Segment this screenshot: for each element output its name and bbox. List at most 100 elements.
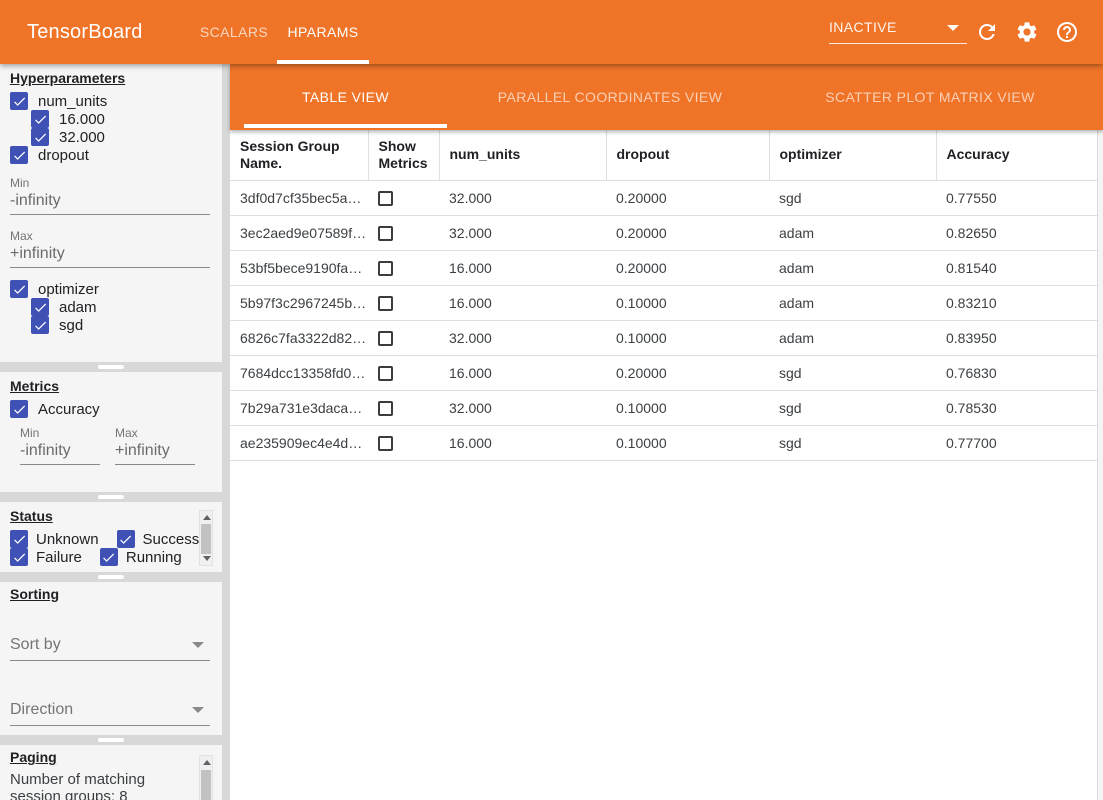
hparam-dropout: dropout [10,146,212,164]
show-metrics-checkbox[interactable] [378,401,393,416]
unknown-checkbox[interactable] [10,530,28,548]
show-metrics-checkbox[interactable] [378,366,393,381]
failure-checkbox[interactable] [10,548,28,566]
adam-checkbox[interactable] [31,298,49,316]
refresh-button[interactable] [975,20,999,44]
tab-table-view[interactable]: TABLE VIEW [244,64,447,130]
num-units-cell: 16.000 [439,285,606,320]
pane-resize-handle[interactable] [0,735,222,745]
value-16-label: 16.000 [59,111,105,128]
table-scrollbar-track[interactable] [1097,130,1103,800]
table-row[interactable]: ae235909ec4e4d… 16.000 0.10000 sgd 0.777… [230,425,1097,460]
tab-parallel-coordinates-view[interactable]: PARALLEL COORDINATES VIEW [480,64,740,130]
accuracy-checkbox[interactable] [10,400,28,418]
metrics-heading: Metrics [10,378,212,394]
dropout-cell: 0.10000 [606,320,769,355]
hparam-optimizer: optimizer [10,280,212,298]
show-metrics-checkbox[interactable] [378,296,393,311]
pane-resize-handle[interactable] [0,492,222,502]
sort-by-value: Sort by [10,636,61,653]
matching-groups-summary: Number of matching session groups: 8 [10,771,195,800]
col-show-metrics[interactable]: Show Metrics [368,130,439,180]
drag-handle-icon [98,365,124,369]
value-16-checkbox[interactable] [31,110,49,128]
show-metrics-checkbox[interactable] [378,331,393,346]
table-row[interactable]: 53bf5bece9190fa… 16.000 0.20000 adam 0.8… [230,250,1097,285]
show-metrics-cell [368,250,439,285]
tab-scalars[interactable]: SCALARS [195,0,273,64]
col-dropout[interactable]: dropout [606,130,769,180]
status-scrollbar[interactable] [199,510,213,566]
dropout-cell: 0.20000 [606,355,769,390]
optimizer-cell: adam [769,215,936,250]
drag-handle-icon [98,575,124,579]
status-section: Status Unknown Success Failure [0,502,222,572]
accuracy-min-field: Min [20,426,100,465]
success-checkbox[interactable] [117,530,135,548]
accuracy-min-input[interactable] [20,440,100,465]
session-group-name-cell: 3ec2aed9e07589f… [230,215,368,250]
show-metrics-cell [368,215,439,250]
dropout-max-input[interactable] [10,243,210,268]
session-group-name-cell: 7b29a731e3daca… [230,390,368,425]
pane-resize-handle[interactable] [0,572,222,582]
show-metrics-checkbox[interactable] [378,261,393,276]
col-session-group-name[interactable]: Session Group Name. [230,130,368,180]
table-body: 3df0d7cf35bec5a… 32.000 0.20000 sgd 0.77… [230,180,1097,460]
col-num-units[interactable]: num_units [439,130,606,180]
show-metrics-checkbox[interactable] [378,436,393,451]
show-metrics-checkbox[interactable] [378,191,393,206]
col-optimizer[interactable]: optimizer [769,130,936,180]
accuracy-max-input[interactable] [115,440,195,465]
optimizer-cell: sgd [769,355,936,390]
run-status-dropdown[interactable]: INACTIVE [829,14,967,44]
dropout-cell: 0.10000 [606,285,769,320]
failure-label: Failure [36,549,82,566]
table-row[interactable]: 5b97f3c2967245b… 16.000 0.10000 adam 0.8… [230,285,1097,320]
scrollbar-thumb[interactable] [201,770,211,800]
metrics-section: Metrics Accuracy Min Max [0,372,222,492]
sgd-checkbox[interactable] [31,316,49,334]
col-accuracy[interactable]: Accuracy [936,130,1097,180]
show-metrics-cell [368,425,439,460]
num-units-cell: 32.000 [439,320,606,355]
paging-scrollbar[interactable] [199,755,213,800]
settings-button[interactable] [1015,20,1039,44]
dropout-checkbox[interactable] [10,146,28,164]
session-group-table-area: Session Group Name. Show Metrics num_uni… [230,130,1103,800]
table-header-row: Session Group Name. Show Metrics num_uni… [230,130,1097,180]
sort-by-dropdown[interactable]: Sort by [10,634,210,661]
optimizer-cell: sgd [769,425,936,460]
direction-dropdown[interactable]: Direction [10,699,210,726]
accuracy-cell: 0.76830 [936,355,1097,390]
tab-hparams[interactable]: HPARAMS [277,0,369,64]
status-failure: Failure [10,548,90,566]
drag-handle-icon [98,738,124,742]
optimizer-checkbox[interactable] [10,280,28,298]
scroll-up-icon[interactable] [203,760,211,765]
show-metrics-checkbox[interactable] [378,226,393,241]
table-row[interactable]: 6826c7fa3322d82… 32.000 0.10000 adam 0.8… [230,320,1097,355]
table-row[interactable]: 3ec2aed9e07589f… 32.000 0.20000 adam 0.8… [230,215,1097,250]
optimizer-cell: adam [769,320,936,355]
adam-label: adam [59,299,97,316]
table-row[interactable]: 7b29a731e3daca… 32.000 0.10000 sgd 0.785… [230,390,1097,425]
running-checkbox[interactable] [100,548,118,566]
unknown-label: Unknown [36,531,99,548]
help-button[interactable] [1055,20,1079,44]
scroll-down-icon[interactable] [203,556,211,561]
show-metrics-cell [368,285,439,320]
dropout-min-input[interactable] [10,190,210,215]
value-32-checkbox[interactable] [31,128,49,146]
tab-scatter-plot-matrix-view[interactable]: SCATTER PLOT MATRIX VIEW [800,64,1060,130]
pane-resize-handle[interactable] [0,362,222,372]
scroll-up-icon[interactable] [203,515,211,520]
accuracy-cell: 0.83210 [936,285,1097,320]
sgd-label: sgd [59,317,83,334]
dropout-min-field: Min [10,176,212,215]
show-metrics-cell [368,390,439,425]
table-row[interactable]: 3df0d7cf35bec5a… 32.000 0.20000 sgd 0.77… [230,180,1097,215]
scrollbar-thumb[interactable] [201,524,211,554]
table-row[interactable]: 7684dcc13358fd0… 16.000 0.20000 sgd 0.76… [230,355,1097,390]
num-units-checkbox[interactable] [10,92,28,110]
